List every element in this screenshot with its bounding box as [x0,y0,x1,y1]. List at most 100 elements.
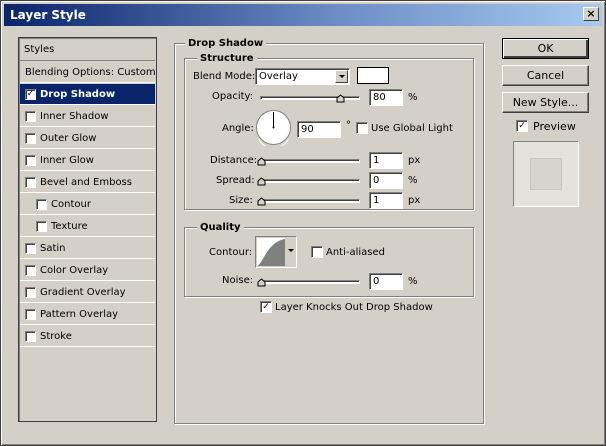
style-item-label: Gradient Overlay [40,287,126,298]
new-style-button[interactable]: New Style... [502,92,589,113]
style-item-checkbox[interactable] [25,177,36,188]
style-item-blending-options-custom[interactable]: Blending Options: Custom [20,62,156,83]
style-item-checkbox[interactable] [36,221,47,232]
style-item-stroke[interactable]: Stroke [20,326,155,347]
close-icon[interactable]: × [583,7,599,21]
style-item-checkbox[interactable] [25,309,36,320]
style-item-checkbox[interactable] [25,287,36,298]
styles-list: Styles Blending Options: Custom ✓ Drop Sha… [18,37,157,422]
distance-unit: px [408,155,421,166]
size-slider[interactable] [260,199,360,203]
opacity-slider-thumb[interactable] [336,94,345,103]
style-item-label: Drop Shadow [40,89,116,100]
spread-input[interactable]: 0 [369,172,403,189]
style-item-label: Satin [40,243,66,254]
noise-input[interactable]: 0 [369,273,403,290]
knockout-checkbox[interactable]: ✓ [260,301,272,313]
window-title: Layer Style [10,8,86,22]
shadow-color-swatch[interactable] [357,67,389,84]
chevron-down-icon[interactable] [287,248,295,254]
angle-input[interactable]: 90 [297,121,341,138]
opacity-input[interactable]: 80 [369,89,403,106]
style-preview [513,141,579,207]
opacity-unit: % [408,92,418,103]
style-item-drop-shadow[interactable]: ✓ Drop Shadow [20,84,155,105]
style-item-label: Outer Glow [40,133,97,144]
angle-dial[interactable] [255,109,292,146]
anti-aliased-label: Anti-aliased [326,247,386,258]
size-unit: px [408,195,421,206]
layer-style-dialog: Layer Style × Styles Blending Options: C… [0,0,606,446]
ok-button[interactable]: OK [502,38,589,59]
styles-list-header[interactable]: Styles [20,39,155,61]
style-item-contour[interactable]: Contour [20,194,155,215]
spread-slider-thumb[interactable] [257,177,266,186]
anti-aliased-checkbox[interactable] [311,246,323,258]
style-item-label: Contour [51,199,91,210]
style-item-satin[interactable]: Satin [20,238,155,259]
use-global-light-checkbox[interactable] [356,122,368,134]
opacity-slider[interactable] [260,96,360,100]
style-item-outer-glow[interactable]: Outer Glow [20,128,155,149]
spread-label: Spread: [216,175,255,186]
noise-label: Noise: [222,275,254,286]
noise-slider[interactable] [260,280,360,284]
noise-slider-thumb[interactable] [257,278,266,287]
style-item-checkbox[interactable] [25,133,36,144]
knockout-label: Layer Knocks Out Drop Shadow [275,302,433,313]
distance-input[interactable]: 1 [369,152,403,169]
drop-shadow-panel: Drop Shadow Structure Blend Mode: Overla… [174,38,484,424]
style-item-color-overlay[interactable]: Color Overlay [20,260,155,281]
style-item-label: Bevel and Emboss [40,177,132,188]
blend-mode-select[interactable]: Overlay [255,68,350,85]
style-item-checkbox[interactable] [36,199,47,210]
noise-unit: % [408,276,418,287]
angle-unit: ° [346,120,351,131]
drop-shadow-title: Drop Shadow [185,38,267,49]
distance-slider[interactable] [260,159,360,163]
opacity-label: Opacity: [212,91,254,102]
style-item-checkbox[interactable]: ✓ [25,89,36,100]
style-item-label: Inner Shadow [40,111,109,122]
style-item-gradient-overlay[interactable]: Gradient Overlay [20,282,155,303]
spread-slider[interactable] [260,179,360,183]
style-item-label: Stroke [40,331,72,342]
style-item-label: Inner Glow [40,155,94,166]
quality-group: Quality Contour: Anti-aliased Noise: 0 % [184,222,474,297]
size-slider-thumb[interactable] [257,197,266,206]
style-item-checkbox[interactable] [25,331,36,342]
spread-unit: % [408,175,418,186]
title-bar[interactable]: Layer Style × [4,4,602,26]
cancel-button[interactable]: Cancel [502,65,589,86]
style-item-checkbox[interactable] [25,155,36,166]
style-item-bevel-and-emboss[interactable]: Bevel and Emboss [20,172,155,193]
preview-checkbox[interactable]: ✓ [516,120,528,132]
style-item-checkbox[interactable] [25,265,36,276]
blend-mode-label: Blend Mode: [193,71,256,82]
style-item-pattern-overlay[interactable]: Pattern Overlay [20,304,155,325]
style-item-checkbox[interactable] [25,243,36,254]
structure-group: Structure Blend Mode: Overlay Opacity: 8… [184,53,474,210]
style-item-texture[interactable]: Texture [20,216,155,237]
style-item-inner-shadow[interactable]: Inner Shadow [20,106,155,127]
structure-title: Structure [197,53,257,64]
use-global-light-label: Use Global Light [371,123,453,134]
contour-label: Contour: [209,247,253,258]
style-item-label: Pattern Overlay [40,309,119,320]
chevron-down-icon[interactable] [335,70,348,83]
contour-curve-icon [257,238,285,266]
angle-label: Angle: [222,123,254,134]
size-label: Size: [229,195,253,206]
quality-title: Quality [197,222,244,233]
style-item-checkbox[interactable] [25,111,36,122]
style-item-label: Blending Options: Custom [25,67,156,78]
style-item-inner-glow[interactable]: Inner Glow [20,150,155,171]
distance-label: Distance: [210,155,258,166]
style-item-label: Texture [51,221,88,232]
size-input[interactable]: 1 [369,192,403,209]
preview-label: Preview [533,120,576,133]
style-item-label: Color Overlay [40,265,109,276]
preview-swatch [530,158,562,190]
contour-picker[interactable] [255,236,297,268]
distance-slider-thumb[interactable] [257,157,266,166]
